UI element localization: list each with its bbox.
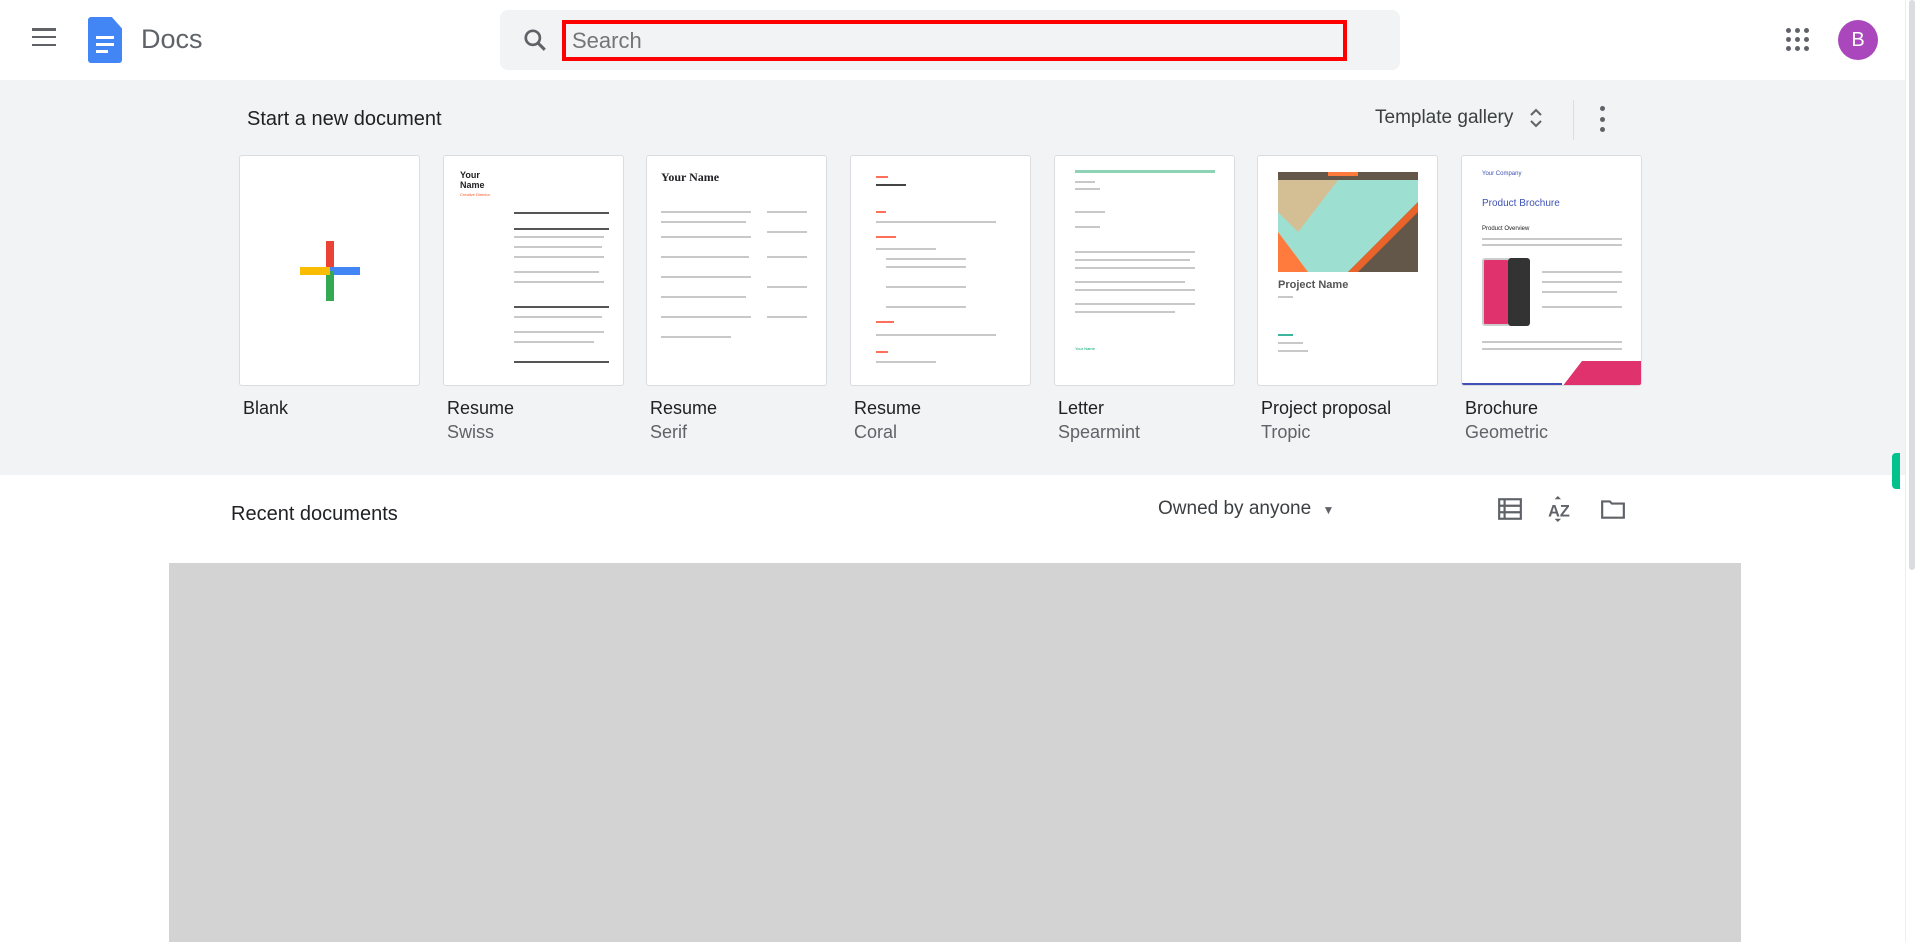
search-bar — [500, 10, 1400, 70]
template-label: Letter — [1058, 398, 1105, 418]
preview-text: Your Name — [460, 170, 485, 190]
search-icon[interactable] — [522, 27, 548, 53]
svg-text:AZ: AZ — [1548, 503, 1570, 521]
plus-icon — [300, 241, 360, 301]
more-options-icon[interactable] — [1596, 106, 1608, 132]
section-title: Start a new document — [247, 108, 442, 130]
dropdown-arrow-icon: ▼ — [1322, 503, 1335, 517]
unfold-icon — [1530, 108, 1543, 128]
preview-text: Creative Director — [460, 192, 491, 197]
preview-text: Your Name — [661, 170, 720, 184]
recent-documents-placeholder — [169, 563, 1741, 942]
template-sublabel: Serif — [650, 422, 688, 442]
list-view-icon[interactable] — [1497, 496, 1523, 522]
preview-text: Project Name — [1278, 279, 1349, 291]
template-section: Start a new document Template gallery Yo… — [0, 80, 1905, 475]
tropic-graphic — [1278, 172, 1418, 272]
divider — [1573, 100, 1574, 140]
recent-documents-title: Recent documents — [231, 503, 398, 525]
template-project-tropic[interactable]: Project Name — [1257, 155, 1438, 386]
template-resume-serif[interactable]: Your Name — [646, 155, 827, 386]
preview-text: Product Overview — [1482, 226, 1530, 232]
scrollbar[interactable] — [1905, 0, 1920, 942]
template-gallery-button[interactable]: Template gallery — [1375, 106, 1543, 130]
preview-text: Your Company — [1482, 171, 1522, 177]
docs-logo-icon[interactable] — [88, 17, 122, 63]
template-sublabel: Swiss — [447, 422, 495, 442]
template-sublabel: Geometric — [1465, 422, 1549, 442]
template-sublabel: Spearmint — [1058, 422, 1141, 442]
template-label: Project proposal — [1261, 398, 1392, 418]
account-avatar[interactable]: B — [1838, 20, 1878, 60]
app-header: Docs B — [0, 0, 1905, 80]
template-sublabel: Tropic — [1261, 422, 1311, 442]
template-label: Brochure — [1465, 398, 1539, 418]
owner-filter-label: Owned by anyone — [1158, 498, 1312, 519]
template-label: Resume — [854, 398, 922, 418]
template-letter-spearmint[interactable]: Your Name — [1054, 155, 1235, 386]
template-brochure-geometric[interactable]: Your Company Product Brochure Product Ov… — [1461, 155, 1642, 386]
folder-icon[interactable] — [1600, 496, 1626, 522]
template-resume-coral[interactable] — [850, 155, 1031, 386]
template-label: Resume — [447, 398, 515, 418]
template-blank[interactable] — [239, 155, 420, 386]
preview-text: Product Brochure — [1482, 198, 1560, 209]
template-gallery-label: Template gallery — [1375, 107, 1514, 128]
sort-az-icon[interactable]: AZ — [1547, 496, 1573, 522]
main-menu-icon[interactable] — [32, 28, 56, 46]
template-sublabel: Coral — [854, 422, 898, 442]
template-label: Resume — [650, 398, 718, 418]
preview-text: Your Name — [1075, 346, 1095, 351]
scrollbar-thumb[interactable] — [1909, 0, 1915, 570]
search-input[interactable] — [562, 20, 1347, 61]
app-title[interactable]: Docs — [141, 24, 203, 55]
template-resume-swiss[interactable]: Your Name Creative Director — [443, 155, 624, 386]
google-apps-icon[interactable] — [1786, 28, 1810, 52]
owner-filter-dropdown[interactable]: Owned by anyone ▼ — [1158, 498, 1334, 520]
side-panel-tab[interactable] — [1892, 453, 1900, 489]
template-label: Blank — [243, 398, 289, 418]
